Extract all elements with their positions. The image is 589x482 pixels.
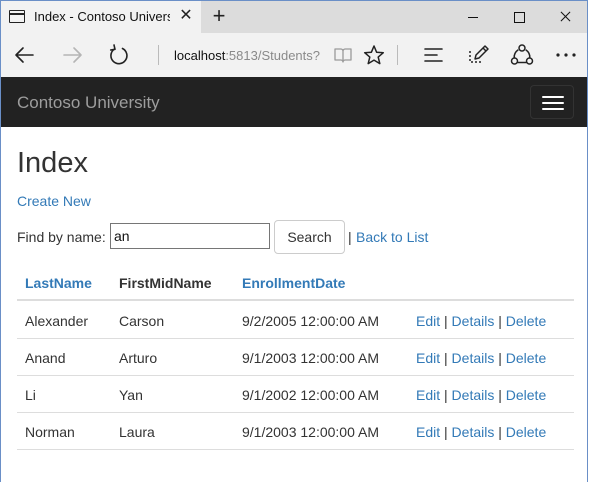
url-text[interactable]: localhost:5813/Students? (174, 48, 320, 63)
reading-view-icon[interactable] (333, 45, 353, 65)
edit-link[interactable]: Edit (416, 387, 440, 403)
back-arrow-icon[interactable] (11, 41, 39, 69)
share-icon[interactable] (510, 43, 534, 67)
tab-close-icon[interactable]: ✕ (178, 7, 194, 25)
favorite-star-icon[interactable] (363, 44, 385, 66)
details-link[interactable]: Details (452, 424, 495, 440)
table-row: Li Yan 9/1/2002 12:00:00 AM Edit | Detai… (17, 376, 574, 413)
minimize-button[interactable] (450, 1, 496, 33)
brand-link[interactable]: Contoso University (17, 93, 160, 113)
menu-toggle-button[interactable] (530, 85, 574, 119)
search-button[interactable]: Search (274, 220, 345, 254)
browser-tab[interactable]: Index - Contoso Univers ✕ (1, 1, 201, 33)
hamburger-bar (542, 96, 564, 98)
page-icon (9, 10, 25, 23)
hamburger-bar (542, 102, 564, 104)
edit-link[interactable]: Edit (416, 424, 440, 440)
row-actions: Edit | Details | Delete (416, 424, 546, 440)
browser-toolbar: localhost:5813/Students? (1, 33, 587, 77)
address-bar[interactable]: localhost:5813/Students? (158, 37, 396, 73)
url-path: :5813/Students? (225, 48, 321, 63)
column-header-firstmidname: FirstMidName (119, 275, 212, 291)
row-actions: Edit | Details | Delete (416, 313, 546, 329)
address-divider (158, 45, 159, 65)
forward-arrow-icon[interactable] (58, 41, 86, 69)
column-header-lastname[interactable]: LastName (25, 275, 92, 291)
cell-enrollmentdate: 9/1/2003 12:00:00 AM (242, 424, 379, 440)
edit-link[interactable]: Edit (416, 313, 440, 329)
cell-lastname: Anand (25, 350, 66, 366)
details-link[interactable]: Details (452, 313, 495, 329)
cell-firstmidname: Carson (119, 313, 165, 329)
find-by-name-label: Find by name: (17, 229, 106, 245)
separator: | (348, 229, 352, 245)
browser-window: Index - Contoso Univers ✕ + localhost:58… (0, 0, 588, 482)
close-window-button[interactable] (542, 1, 587, 33)
cell-firstmidname: Arturo (119, 350, 158, 366)
tab-strip: Index - Contoso Univers ✕ + (1, 1, 587, 33)
delete-link[interactable]: Delete (506, 313, 546, 329)
edit-link[interactable]: Edit (416, 350, 440, 366)
delete-link[interactable]: Delete (506, 350, 546, 366)
cell-firstmidname: Yan (119, 387, 143, 403)
cell-enrollmentdate: 9/2/2005 12:00:00 AM (242, 313, 379, 329)
torn-edge-decoration (1, 456, 587, 482)
new-tab-icon[interactable]: + (208, 4, 230, 28)
table-row: Alexander Carson 9/2/2005 12:00:00 AM Ed… (17, 302, 574, 339)
hamburger-bar (542, 108, 564, 110)
page-title: Index (17, 147, 88, 179)
details-link[interactable]: Details (452, 350, 495, 366)
cell-lastname: Norman (25, 424, 75, 440)
delete-link[interactable]: Delete (506, 387, 546, 403)
hub-icon[interactable] (423, 44, 445, 66)
url-host: localhost (174, 48, 226, 63)
cell-lastname: Alexander (25, 313, 89, 329)
cell-enrollmentdate: 9/1/2002 12:00:00 AM (242, 387, 379, 403)
create-new-link[interactable]: Create New (17, 193, 91, 209)
details-link[interactable]: Details (452, 387, 495, 403)
back-to-list-link[interactable]: Back to List (356, 229, 428, 245)
column-header-enrollmentdate[interactable]: EnrollmentDate (242, 275, 345, 291)
cell-lastname: Li (25, 387, 36, 403)
action-separator: | (444, 387, 448, 403)
refresh-icon[interactable] (105, 41, 133, 69)
toolbar-divider (397, 45, 398, 65)
maximize-button[interactable] (496, 1, 542, 33)
action-separator: | (444, 313, 448, 329)
action-separator: | (444, 424, 448, 440)
cell-enrollmentdate: 9/1/2003 12:00:00 AM (242, 350, 379, 366)
site-navbar: Contoso University (1, 77, 587, 127)
table-header-rule (17, 299, 574, 301)
action-separator: | (498, 387, 502, 403)
more-options-icon[interactable] (554, 43, 578, 67)
search-input[interactable] (110, 223, 270, 249)
action-separator: | (498, 350, 502, 366)
row-actions: Edit | Details | Delete (416, 350, 546, 366)
action-separator: | (498, 313, 502, 329)
page-content: Index Create New Find by name: Search | … (1, 127, 587, 482)
action-separator: | (444, 350, 448, 366)
row-actions: Edit | Details | Delete (416, 387, 546, 403)
action-separator: | (498, 424, 502, 440)
tab-title: Index - Contoso Univers (34, 9, 170, 24)
delete-link[interactable]: Delete (506, 424, 546, 440)
table-row: Anand Arturo 9/1/2003 12:00:00 AM Edit |… (17, 339, 574, 376)
web-note-icon[interactable] (467, 43, 489, 65)
cell-firstmidname: Laura (119, 424, 155, 440)
